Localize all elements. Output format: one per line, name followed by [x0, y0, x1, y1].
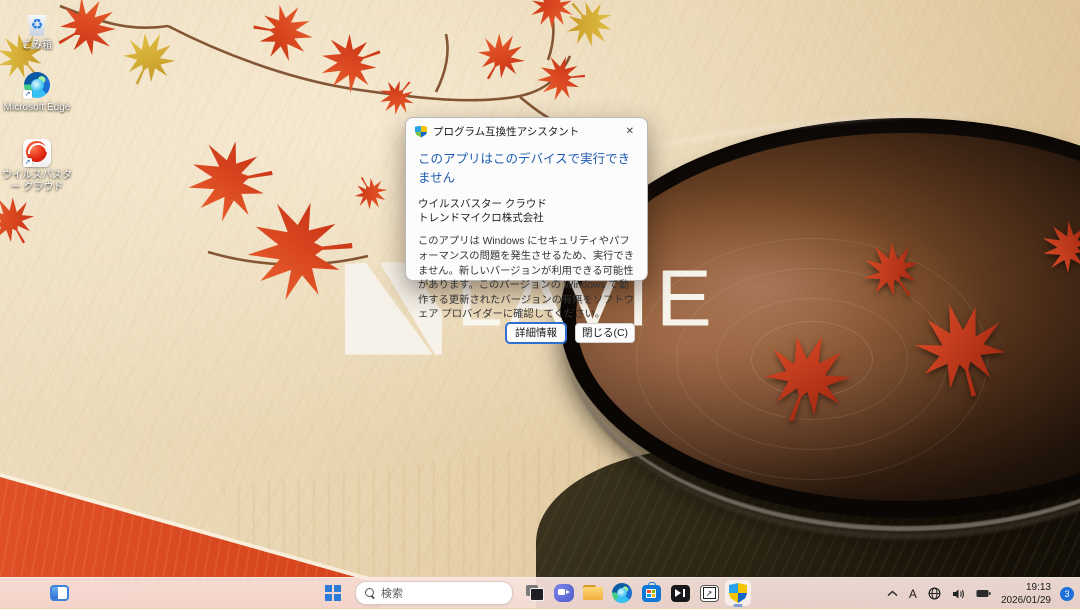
notification-badge[interactable]: 3 — [1060, 587, 1074, 601]
app-info: ウイルスバスター クラウド トレンドマイクロ株式会社 — [418, 198, 635, 225]
dialog-titlebar: プログラム互換性アシスタント ✕ — [406, 118, 647, 141]
close-icon[interactable]: ✕ — [622, 126, 638, 138]
desktop-icon-recycle-bin[interactable]: ♻ ごみ箱 — [2, 8, 72, 52]
chevron-up-icon — [887, 590, 898, 597]
app-name: ウイルスバスター クラウド — [418, 198, 635, 212]
dialog-message: このアプリは Windows にセキュリティやパフォーマンスの問題を発生させるた… — [418, 235, 635, 323]
folder-icon — [583, 585, 603, 601]
taskbar-center: 検索 ↗ — [320, 580, 751, 606]
desktop-icon-virus-buster[interactable]: ↗ ウイルスバスター クラウド — [2, 138, 72, 193]
compatibility-shield-icon — [729, 583, 747, 603]
chat-button[interactable] — [551, 580, 577, 606]
system-tray: A 19:13 2026/01/29 3 — [886, 578, 1074, 609]
volume-button[interactable] — [951, 582, 966, 606]
virus-buster-icon: ↗ — [22, 138, 52, 168]
store-button[interactable] — [638, 580, 664, 606]
dialog-body: このアプリはこのデバイスで実行できません ウイルスバスター クラウド トレンドマ… — [406, 141, 647, 323]
app-publisher: トレンドマイクロ株式会社 — [418, 212, 635, 226]
edge-icon: ↗ — [22, 70, 52, 100]
taskbar: 検索 ↗ A — [0, 577, 1080, 608]
capture-app-button[interactable]: ↗ — [696, 580, 722, 606]
globe-icon — [928, 587, 941, 600]
tray-date: 2026/01/29 — [1001, 594, 1051, 607]
compatibility-assistant-button[interactable] — [725, 580, 751, 606]
desktop-icon-label: ごみ箱 — [2, 40, 72, 52]
speaker-icon — [952, 588, 965, 600]
dialog-buttons: 詳細情報 閉じる(C) — [406, 323, 647, 353]
chat-icon — [554, 584, 574, 602]
clock[interactable]: 19:13 2026/01/29 — [1001, 581, 1051, 607]
program-compatibility-assistant-dialog: プログラム互換性アシスタント ✕ このアプリはこのデバイスで実行できません ウイ… — [405, 117, 648, 281]
task-view-icon — [526, 585, 544, 601]
hidden-icons-button[interactable] — [886, 582, 899, 606]
battery-button[interactable] — [975, 582, 992, 606]
search-icon — [365, 588, 375, 598]
widgets-icon — [50, 585, 69, 601]
media-app-icon — [671, 585, 690, 602]
compatibility-shield-icon — [415, 126, 427, 138]
edge-button[interactable] — [609, 580, 635, 606]
media-app-button[interactable] — [667, 580, 693, 606]
windows-logo-icon — [325, 585, 341, 601]
shortcut-arrow-icon: ↗ — [23, 158, 32, 167]
widgets-button[interactable] — [46, 580, 72, 606]
task-view-button[interactable] — [522, 580, 548, 606]
taskbar-search[interactable]: 検索 — [355, 581, 513, 605]
store-icon — [642, 585, 661, 602]
ime-mode-button[interactable]: A — [908, 582, 918, 606]
dialog-heading: このアプリはこのデバイスで実行できません — [418, 148, 635, 186]
desktop-icon-microsoft-edge[interactable]: ↗ Microsoft Edge — [2, 70, 72, 114]
desktop-icon-label: Microsoft Edge — [2, 102, 72, 114]
tray-time: 19:13 — [1001, 581, 1051, 594]
battery-icon — [976, 589, 991, 598]
dialog-title: プログラム互換性アシスタント — [433, 124, 622, 139]
recycle-bin-icon: ♻ — [22, 8, 52, 38]
shortcut-arrow-icon: ↗ — [23, 90, 32, 99]
desktop-icon-label: ウイルスバスター クラウド — [2, 170, 72, 193]
search-placeholder: 検索 — [381, 585, 403, 601]
active-app-indicator — [734, 604, 743, 607]
details-button[interactable]: 詳細情報 — [506, 323, 566, 343]
start-button[interactable] — [320, 580, 346, 606]
network-button[interactable] — [927, 582, 942, 606]
capture-app-icon: ↗ — [700, 585, 719, 602]
file-explorer-button[interactable] — [580, 580, 606, 606]
close-button[interactable]: 閉じる(C) — [575, 323, 635, 343]
edge-icon — [612, 583, 632, 603]
